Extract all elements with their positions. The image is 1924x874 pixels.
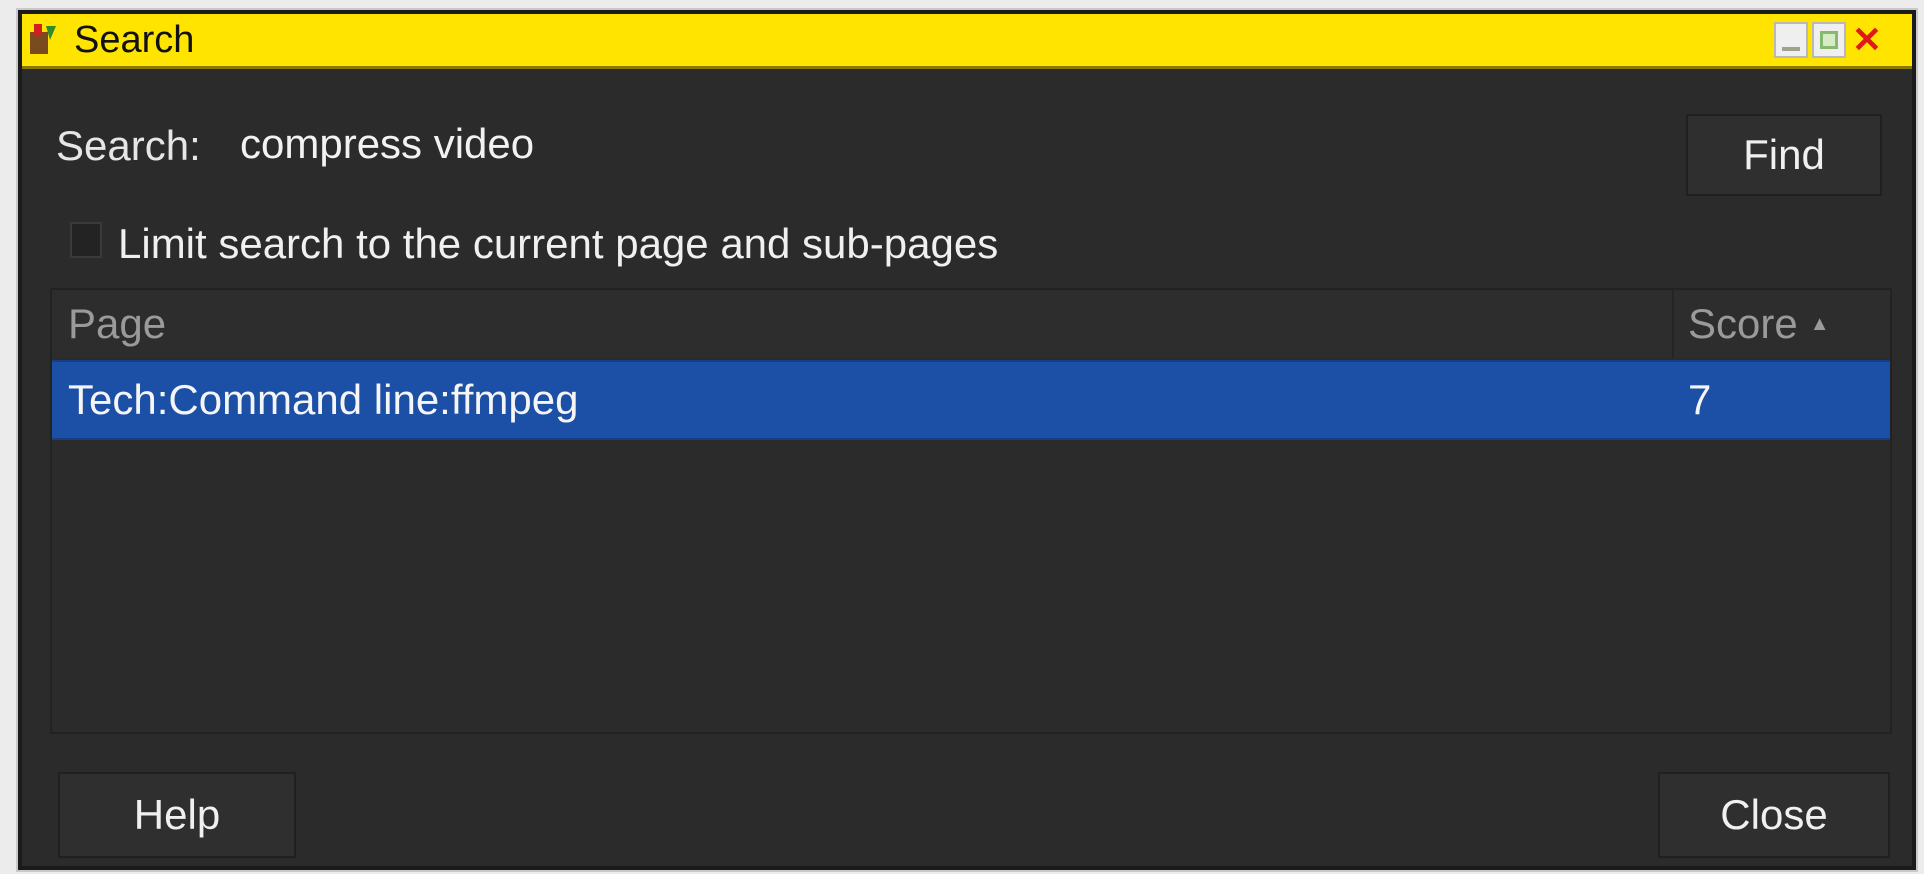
maximize-button[interactable] bbox=[1812, 22, 1846, 58]
column-header-page-label: Page bbox=[68, 300, 167, 347]
result-page-cell: Tech:Command line:ffmpeg bbox=[68, 376, 579, 423]
close-window-button[interactable]: ✕ bbox=[1850, 22, 1884, 58]
close-button[interactable]: Close bbox=[1658, 772, 1890, 858]
result-score-cell: 7 bbox=[1688, 376, 1712, 423]
find-button[interactable]: Find bbox=[1686, 114, 1882, 196]
column-header-score-label: Score bbox=[1688, 300, 1798, 347]
minimize-button[interactable] bbox=[1774, 22, 1808, 58]
app-icon bbox=[30, 24, 56, 54]
column-header-page[interactable]: Page bbox=[52, 290, 1674, 358]
column-header-score[interactable]: Score ▲ bbox=[1674, 290, 1890, 358]
close-icon: ✕ bbox=[1851, 19, 1883, 60]
results-table: Page Score ▲ Tech:Command line:ffmpeg 7 bbox=[50, 288, 1892, 734]
window-title: Search bbox=[74, 19, 195, 61]
search-label: Search: bbox=[56, 122, 201, 169]
title-bar[interactable]: Search ✕ bbox=[22, 14, 1912, 69]
sort-ascending-icon: ▲ bbox=[1809, 312, 1830, 335]
limit-search-label[interactable]: Limit search to the current page and sub… bbox=[118, 220, 998, 268]
help-button[interactable]: Help bbox=[58, 772, 296, 858]
limit-search-checkbox[interactable] bbox=[70, 222, 102, 258]
search-input[interactable] bbox=[234, 114, 1666, 174]
minimize-icon bbox=[1782, 47, 1800, 51]
maximize-icon bbox=[1820, 31, 1838, 49]
table-row[interactable]: Tech:Command line:ffmpeg 7 bbox=[52, 360, 1890, 440]
search-dialog: Search ✕ Search: Find Limit search to th… bbox=[18, 10, 1916, 870]
